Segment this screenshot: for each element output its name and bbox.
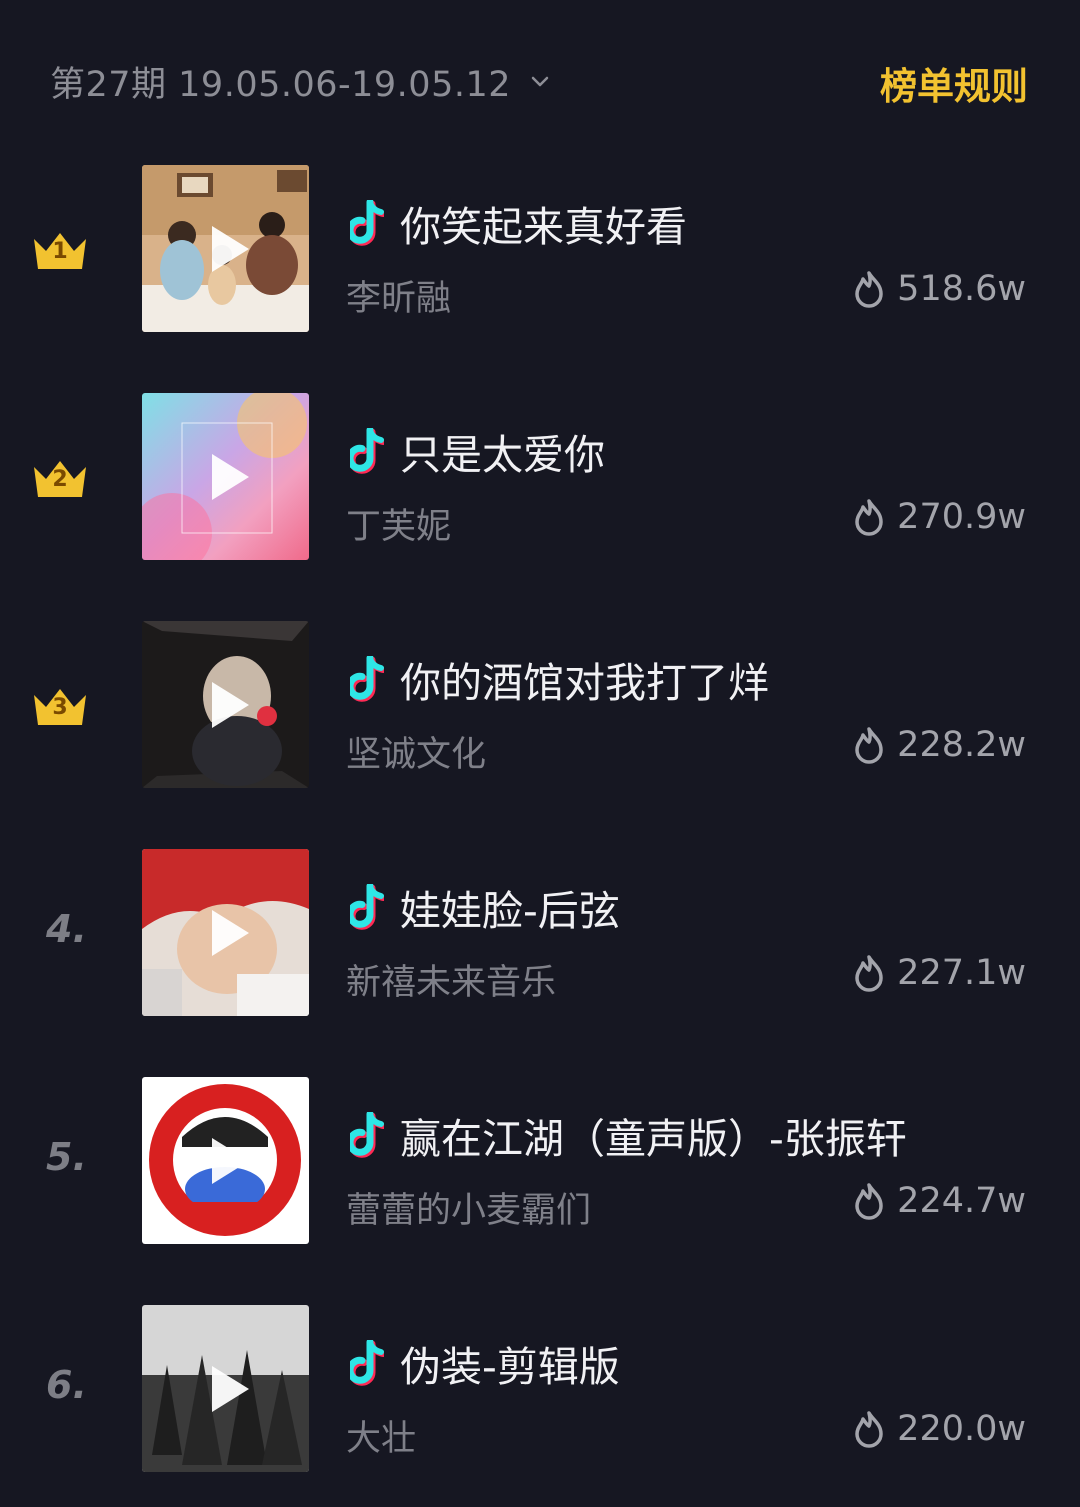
flame-icon [853, 498, 885, 536]
song-row[interactable]: 1 你笑起来真好看 李昕融 518.6w [0, 165, 1080, 333]
song-cover[interactable] [142, 393, 309, 560]
song-title: 你笑起来真好看 [350, 193, 687, 253]
song-artist: 大壮 [346, 1419, 417, 1459]
song-title-text: 只是太爱你 [400, 431, 605, 479]
song-cover[interactable] [142, 1305, 309, 1472]
heat-value: 224.7w [897, 1181, 1026, 1221]
heat-value: 228.2w [897, 725, 1026, 765]
song-cover[interactable] [142, 165, 309, 332]
music-note-icon [350, 1340, 384, 1386]
play-icon[interactable] [208, 907, 252, 959]
song-row[interactable]: 3 你的酒馆对我打了烊 坚诚文化 228.2w [0, 621, 1080, 789]
crown-icon: 2 [32, 455, 88, 499]
play-icon[interactable] [208, 1135, 252, 1187]
play-icon[interactable] [208, 1363, 252, 1415]
chart-header: 第27期 19.05.06-19.05.12 榜单规则 [0, 0, 1080, 150]
flame-icon [853, 1182, 885, 1220]
heat-count: 228.2w [853, 725, 1026, 765]
song-cover[interactable] [142, 1077, 309, 1244]
rank-number: 4. [46, 907, 87, 951]
song-artist: 新禧未来音乐 [346, 963, 557, 1003]
song-title-text: 你笑起来真好看 [400, 203, 687, 251]
song-row[interactable]: 4. 娃娃脸-后弦 新禧未来音乐 227.1w [0, 849, 1080, 1017]
heat-count: 227.1w [853, 953, 1026, 993]
rank-number: 1 [52, 239, 68, 264]
song-title-text: 赢在江湖（童声版）-张振轩 [400, 1115, 907, 1163]
song-title: 娃娃脸-后弦 [350, 877, 620, 937]
song-title: 伪装-剪辑版 [350, 1333, 620, 1393]
play-icon[interactable] [208, 223, 252, 275]
music-note-icon [350, 884, 384, 930]
chevron-down-icon [531, 76, 549, 86]
song-row[interactable]: 5. 赢在江湖（童声版）-张振轩 蕾蕾的小麦霸们 224.7w [0, 1077, 1080, 1245]
rank-number: 6. [46, 1363, 87, 1407]
song-artist: 蕾蕾的小麦霸们 [346, 1191, 592, 1231]
song-title: 只是太爱你 [350, 421, 605, 481]
music-note-icon [350, 656, 384, 702]
song-title-text: 娃娃脸-后弦 [400, 887, 620, 935]
song-artist: 丁芙妮 [346, 507, 452, 547]
music-note-icon [350, 200, 384, 246]
flame-icon [853, 726, 885, 764]
crown-icon: 3 [32, 683, 88, 727]
song-row[interactable]: 6. 伪装-剪辑版 大壮 220.0w [0, 1305, 1080, 1473]
song-artist: 坚诚文化 [346, 735, 487, 775]
play-icon[interactable] [208, 679, 252, 731]
rank-number: 2 [52, 467, 68, 492]
chart-rules-link[interactable]: 榜单规则 [880, 56, 1028, 110]
heat-count: 224.7w [853, 1181, 1026, 1221]
heat-value: 518.6w [897, 269, 1026, 309]
song-title: 你的酒馆对我打了烊 [350, 649, 769, 709]
play-icon[interactable] [208, 451, 252, 503]
heat-value: 270.9w [897, 497, 1026, 537]
flame-icon [853, 270, 885, 308]
heat-value: 227.1w [897, 953, 1026, 993]
heat-count: 270.9w [853, 497, 1026, 537]
song-cover[interactable] [142, 621, 309, 788]
heat-count: 518.6w [853, 269, 1026, 309]
period-label: 第27期 19.05.06-19.05.12 [50, 65, 512, 105]
song-title: 赢在江湖（童声版）-张振轩 [350, 1105, 907, 1165]
song-title-text: 你的酒馆对我打了烊 [400, 659, 769, 707]
flame-icon [853, 954, 885, 992]
rank-number: 5. [46, 1135, 87, 1179]
song-row[interactable]: 2 只是太爱你 丁芙妮 270.9w [0, 393, 1080, 561]
heat-count: 220.0w [853, 1409, 1026, 1449]
period-selector[interactable]: 第27期 19.05.06-19.05.12 [50, 56, 551, 107]
music-note-icon [350, 428, 384, 474]
music-note-icon [350, 1112, 384, 1158]
song-artist: 李昕融 [346, 279, 452, 319]
song-cover[interactable] [142, 849, 309, 1016]
crown-icon: 1 [32, 227, 88, 271]
heat-value: 220.0w [897, 1409, 1026, 1449]
song-title-text: 伪装-剪辑版 [400, 1343, 620, 1391]
rank-number: 3 [52, 695, 68, 720]
flame-icon [853, 1410, 885, 1448]
